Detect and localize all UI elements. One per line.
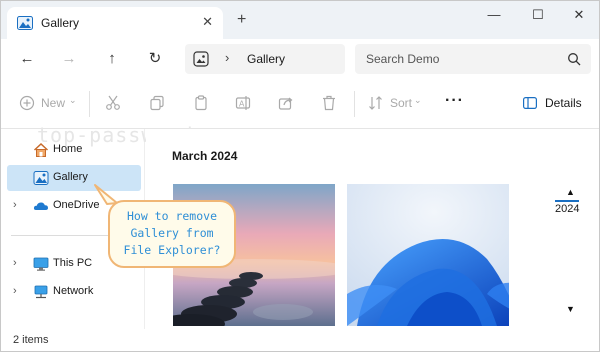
copy-button[interactable] — [149, 95, 165, 113]
search-input[interactable]: Search Demo — [366, 52, 439, 66]
maximize-button[interactable]: ☐ — [520, 6, 556, 24]
chevron-down-icon: ⌄ — [414, 95, 422, 105]
rename-button[interactable]: A — [235, 95, 251, 113]
details-pane-icon — [523, 97, 537, 109]
group-heading: March 2024 — [172, 149, 238, 163]
breadcrumb-gallery[interactable]: Gallery — [247, 52, 285, 66]
share-button[interactable] — [278, 95, 294, 113]
gallery-icon — [193, 51, 209, 67]
paste-button[interactable] — [193, 95, 209, 113]
thumbnail-windows-bloom[interactable] — [347, 184, 509, 326]
plus-circle-icon — [19, 95, 35, 111]
sort-icon — [369, 96, 382, 110]
gallery-icon — [17, 16, 33, 30]
breadcrumb-separator: › — [225, 50, 230, 65]
copy-icon — [150, 95, 164, 111]
sidebar-item-gallery[interactable]: Gallery — [7, 165, 141, 191]
svg-text:A: A — [239, 100, 245, 109]
sidebar-item-label: Network — [53, 285, 94, 297]
delete-button[interactable] — [321, 95, 337, 113]
cut-button[interactable] — [105, 95, 121, 113]
file-explorer-window: Gallery ✕ + — ☐ ✕ ← → ↑ ↻ › Gallery Sear… — [0, 0, 600, 352]
trash-icon — [323, 95, 335, 111]
pc-icon — [33, 257, 49, 271]
clipboard-icon — [195, 95, 207, 111]
title-bar: Gallery ✕ + — ☐ ✕ — [1, 1, 599, 39]
gallery-icon — [33, 171, 49, 185]
rename-icon: A — [235, 96, 251, 110]
share-icon — [278, 97, 293, 110]
status-bar: 2 items — [1, 329, 599, 351]
sort-label: Sort — [390, 96, 413, 110]
forward-button[interactable]: → — [57, 48, 81, 70]
close-window-button[interactable]: ✕ — [561, 6, 597, 24]
timeline-up-icon[interactable]: ▲ — [566, 187, 575, 197]
timeline-year[interactable]: 2024 — [555, 200, 580, 215]
cloud-icon — [33, 202, 48, 210]
chevron-down-icon: ⌄ — [69, 95, 77, 105]
search-icon — [568, 53, 581, 66]
navigation-bar: ← → ↑ ↻ › Gallery Search Demo — [1, 39, 599, 79]
sidebar-item-label: This PC — [53, 257, 93, 269]
sidebar-item-label: Gallery — [53, 171, 88, 183]
windows-bloom-wallpaper — [347, 184, 509, 326]
close-tab-icon[interactable]: ✕ — [202, 14, 213, 30]
network-icon — [34, 285, 48, 299]
new-tab-button[interactable]: + — [237, 12, 246, 28]
chevron-right-icon[interactable]: › — [13, 199, 17, 211]
tab-gallery[interactable]: Gallery ✕ — [7, 7, 223, 39]
sidebar-item-network[interactable]: › Network — [7, 279, 141, 305]
details-label: Details — [545, 96, 582, 110]
callout-text: How to remove Gallery from File Explorer… — [123, 209, 221, 257]
minimize-button[interactable]: — — [476, 6, 512, 24]
more-options-button[interactable]: ··· — [445, 92, 464, 110]
toolbar-divider — [354, 91, 355, 117]
chevron-right-icon[interactable]: › — [13, 285, 17, 297]
refresh-button[interactable]: ↻ — [143, 48, 167, 70]
new-label: New — [41, 96, 66, 110]
search-box[interactable]: Search Demo — [355, 44, 591, 74]
scissors-icon — [106, 95, 120, 110]
tab-title: Gallery — [41, 16, 80, 30]
back-button[interactable]: ← — [15, 48, 39, 70]
item-count: 2 items — [13, 334, 49, 346]
chevron-right-icon[interactable]: › — [13, 257, 17, 269]
timeline-down-icon[interactable]: ▼ — [566, 304, 575, 314]
callout-bubble: How to remove Gallery from File Explorer… — [108, 200, 236, 268]
up-button[interactable]: ↑ — [100, 48, 124, 70]
address-bar[interactable]: › Gallery — [185, 44, 345, 74]
toolbar-divider — [89, 91, 90, 117]
command-bar: New ⌄ A Sort ⌄ ··· Details — [1, 79, 599, 129]
